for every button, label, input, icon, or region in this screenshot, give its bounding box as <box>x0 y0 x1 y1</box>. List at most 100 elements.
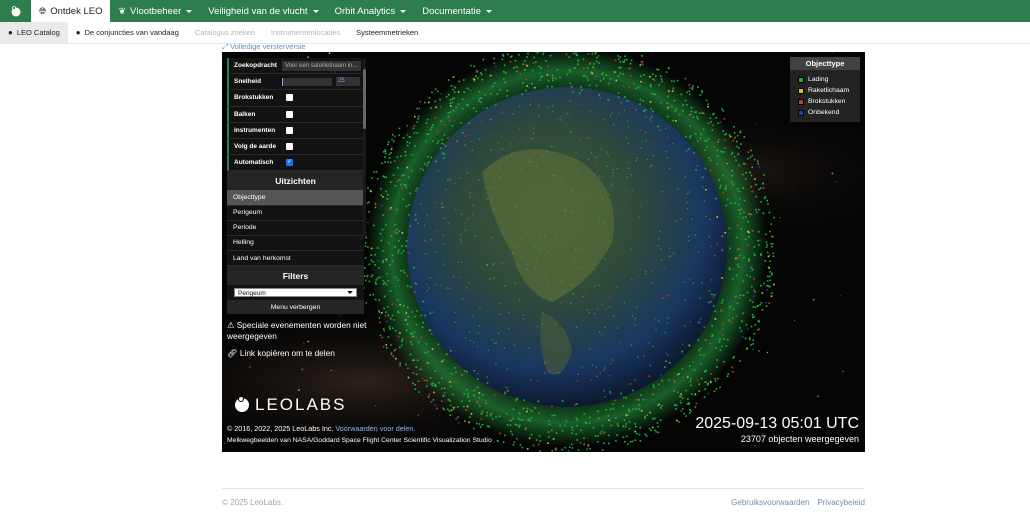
tab-systeemmetrieken[interactable]: Systeemmetrieken <box>348 22 426 43</box>
satellite-dot <box>609 408 612 411</box>
satellite-dot <box>704 149 706 151</box>
satellite-dot <box>525 63 527 66</box>
view-perigeum[interactable]: Perigeum <box>227 206 364 221</box>
satellite-dot <box>628 421 631 423</box>
satellite-dot <box>580 86 582 88</box>
satellite-dot <box>388 264 391 266</box>
brokstukken-checkbox[interactable] <box>286 94 293 102</box>
satellite-dot <box>538 412 541 415</box>
satellite-dot <box>694 133 697 135</box>
copy-link[interactable]: 🔗︎ Link kopiëren om te delen <box>227 348 367 359</box>
satellite-dot <box>392 174 395 176</box>
nav-veiligheid[interactable]: Veiligheid van de vlucht <box>200 0 326 22</box>
satellite-dot <box>430 107 432 109</box>
satellite-dot <box>593 63 595 65</box>
satellite-dot <box>722 192 725 195</box>
nav-vlootbeheer[interactable]: ❦ Vlootbeheer <box>110 0 200 22</box>
satellite-dot <box>769 230 771 233</box>
satellite-dot <box>414 213 417 216</box>
privacy-link[interactable]: Privacybeleid <box>817 498 865 507</box>
speed-value-input[interactable]: 25 <box>336 77 360 87</box>
satellite-dot <box>584 290 586 292</box>
volg-de-aarde-checkbox[interactable] <box>286 143 293 151</box>
full-version-link[interactable]: ⤢ Volledige versterversie <box>222 42 306 52</box>
terms-link[interactable]: Voorwaarden voor delen. <box>335 424 415 433</box>
satellite-dot <box>429 330 432 333</box>
satellite-dot <box>561 448 563 451</box>
hide-menu-button[interactable]: Menu verbergen <box>227 300 364 315</box>
satellite-dot <box>387 193 389 196</box>
satellite-dot <box>699 318 702 320</box>
satellite-dot <box>699 112 701 114</box>
satellite-dot <box>388 157 391 159</box>
view-periode[interactable]: Periode <box>227 221 364 236</box>
nav-orbit-analytics[interactable]: Orbit Analytics <box>327 0 415 22</box>
automatisch-checkbox[interactable] <box>286 158 293 167</box>
nav-documentatie[interactable]: Documentatie <box>414 0 500 22</box>
satellite-dot <box>367 187 369 189</box>
satellite-dot <box>416 121 419 123</box>
terms-of-use-link[interactable]: Gebruiksvoorwaarden <box>731 498 809 507</box>
satellite-dot <box>716 216 718 218</box>
view-helling[interactable]: Helling <box>227 236 364 252</box>
satellite-dot <box>642 141 644 143</box>
search-input[interactable]: Voer een satellietnaam in... <box>282 60 361 71</box>
satellite-dot <box>403 184 406 186</box>
satellite-dot <box>529 157 531 160</box>
satellite-dot <box>568 446 571 448</box>
satellite-dot <box>625 423 627 425</box>
satellite-dot <box>364 257 367 259</box>
satellite-dot <box>694 406 697 408</box>
satellite-dot <box>660 407 662 409</box>
satellite-dot <box>374 206 377 209</box>
scrollbar-thumb[interactable] <box>363 69 366 129</box>
satellite-dot <box>529 98 532 100</box>
satellite-dot <box>675 120 677 122</box>
satellite-dot <box>699 297 701 299</box>
satellite-dot <box>623 109 625 111</box>
satellite-dot <box>548 420 550 422</box>
satellite-dot <box>721 235 724 238</box>
tab-leo-catalog[interactable]: ● LEO Catalog <box>0 22 68 43</box>
view-land-van-herkomst[interactable]: Land van herkomst <box>227 251 364 267</box>
satellite-dot <box>586 251 589 253</box>
satellite-dot <box>573 67 576 69</box>
satellite-dot <box>748 236 750 238</box>
satellite-dot <box>770 235 773 238</box>
satellite-dot <box>497 332 500 335</box>
tab-conjuncties[interactable]: ● De conjuncties van vandaag <box>68 22 187 43</box>
panel-scrollbar[interactable] <box>363 59 366 237</box>
satellite-dot <box>652 426 654 429</box>
satellite-dot <box>652 154 655 157</box>
satellite-dot <box>732 308 735 311</box>
satellite-dot <box>485 402 487 404</box>
satellite-dot <box>624 55 626 57</box>
satellite-dot <box>727 339 729 341</box>
filter-select[interactable]: Perigeum <box>234 288 357 298</box>
satellite-dot <box>638 399 640 401</box>
satellite-dot <box>467 104 469 106</box>
tab-instrumentenlocaties[interactable]: Instrumentenlocaties <box>263 22 348 43</box>
satellite-dot <box>447 408 449 410</box>
satellite-dot <box>577 225 580 227</box>
tab-catalogus-zoeken[interactable]: Catalogus zoeken <box>187 22 263 43</box>
satellite-dot <box>635 160 637 162</box>
speed-slider[interactable] <box>282 77 332 86</box>
satellite-dot <box>748 231 750 234</box>
instrumenten-checkbox[interactable] <box>286 126 293 134</box>
nav-ontdek-leo[interactable]: 🌐︎ Ontdek LEO <box>31 0 111 22</box>
satellite-dot <box>429 329 431 331</box>
leolabs-logo-icon[interactable] <box>0 0 31 22</box>
satellite-dot <box>630 278 633 281</box>
satellite-dot <box>480 72 482 74</box>
satellite-dot <box>405 184 407 186</box>
satellite-dot <box>490 149 492 151</box>
legend-swatch-brokstukken <box>798 98 804 105</box>
satellite-dot <box>405 205 408 208</box>
balken-checkbox[interactable] <box>286 110 293 118</box>
leo-visualization[interactable]: Zoekopdracht Voer een satellietnaam in..… <box>222 52 865 452</box>
star <box>755 122 757 124</box>
satellite-dot <box>449 381 451 383</box>
satellite-dot <box>601 148 603 150</box>
view-objecttype[interactable]: Objecttype <box>227 190 364 206</box>
